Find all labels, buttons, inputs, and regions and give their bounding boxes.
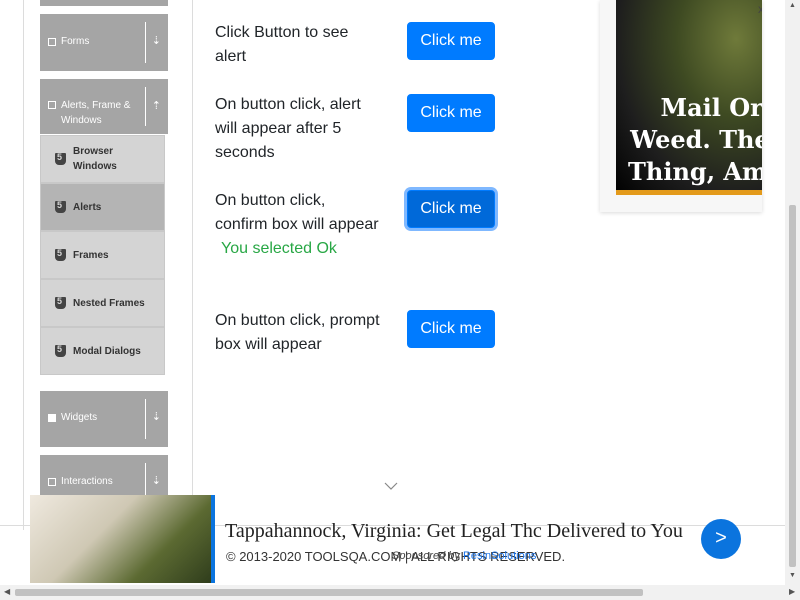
alert-button[interactable]: Click me — [407, 22, 495, 60]
scroll-right-icon[interactable]: ▶ — [789, 587, 795, 596]
scrollbar-thumb[interactable] — [789, 205, 796, 567]
prompt-row-label: On button click, prompt box will appear — [215, 312, 380, 353]
sidebar-group-label: Alerts, Frame & Windows — [61, 100, 131, 126]
sidebar-item-alerts[interactable]: Alerts — [40, 183, 165, 231]
sidebar-item-label: Nested Frames — [73, 298, 145, 309]
sidebar-item-nested-frames[interactable]: Nested Frames — [40, 279, 165, 327]
form-icon — [48, 37, 56, 46]
close-icon[interactable]: x — [758, 2, 762, 16]
vertical-scrollbar[interactable]: ▲ ▼ — [785, 0, 800, 585]
sidebar-group-forms[interactable]: Forms ⇣ — [40, 14, 168, 71]
scroll-up-icon[interactable]: ▲ — [789, 2, 796, 9]
chevron-down-icon — [384, 478, 398, 492]
sidebar-item-label: Browser Windows — [73, 146, 117, 172]
scroll-left-icon[interactable]: ◀ — [4, 587, 10, 596]
sidebar-item-modal-dialogs[interactable]: Modal Dialogs — [40, 327, 165, 375]
window-icon — [48, 101, 56, 109]
alert-row-label: Click Button to see alert — [215, 24, 349, 65]
sidebar-item-label: Modal Dialogs — [73, 346, 141, 357]
sidebar-group-alerts-frame-windows[interactable]: Alerts, Frame & Windows ⇡ — [40, 79, 168, 134]
sidebar-group-partial[interactable] — [40, 0, 168, 6]
ad-accent-bar — [211, 495, 215, 583]
sponsor-link[interactable]: ResinSolutions — [463, 550, 536, 562]
sidebar-item-browser-windows[interactable]: Browser Windows — [40, 135, 165, 183]
html5-icon — [55, 152, 66, 165]
html5-icon — [55, 344, 66, 357]
ad-headline: Mail Order Weed. The Real Thing, Amazing — [628, 93, 762, 186]
sidebar-group-widgets[interactable]: Widgets ⇣ — [40, 391, 168, 447]
ad-top-right[interactable]: Mail Order Weed. The Real Thing, Amazing… — [600, 0, 762, 212]
ad-go-button[interactable]: > — [701, 519, 741, 559]
expand-icon[interactable]: ⇣ — [152, 410, 161, 423]
ad-bottom-banner[interactable]: Tappahannock, Virginia: Get Legal Thc De… — [0, 495, 785, 583]
widgets-icon — [48, 413, 56, 422]
html5-icon — [55, 296, 66, 309]
sidebar-group-label: Widgets — [61, 412, 98, 423]
ad-image — [30, 495, 211, 583]
confirm-row-text: On button click, confirm box will appear — [215, 192, 379, 233]
timer-alert-button[interactable]: Click me — [407, 94, 495, 132]
html5-icon — [55, 248, 66, 261]
sidebar-group-label: Interactions — [61, 476, 113, 487]
page: Forms ⇣ Alerts, Frame & Windows ⇡ Browse… — [0, 0, 800, 600]
sidebar-item-label: Frames — [73, 250, 109, 261]
horizontal-scrollbar[interactable]: ◀ ▶ — [0, 585, 800, 600]
scroll-down-icon[interactable]: ▼ — [789, 572, 796, 579]
prompt-button[interactable]: Click me — [407, 310, 495, 348]
confirm-button[interactable]: Click me — [407, 190, 495, 228]
interactions-icon — [48, 477, 56, 486]
sidebar-group-interactions[interactable]: Interactions ⇣ — [40, 455, 168, 495]
sidebar-item-label: Alerts — [73, 202, 102, 213]
collapse-icon[interactable]: ⇡ — [152, 99, 161, 112]
confirm-result: You selected Ok — [221, 240, 337, 257]
sidebar-item-frames[interactable]: Frames — [40, 231, 165, 279]
timer-alert-row-label: On button click, alert will appear after… — [215, 96, 361, 161]
confirm-row-label: On button click, confirm box will appear… — [215, 189, 380, 261]
sponsor-prefix: Sponsored by — [392, 550, 460, 562]
expand-icon[interactable]: ⇣ — [152, 34, 161, 47]
sponsored-by: Sponsored by ResinSolutions — [392, 550, 536, 562]
ad-text[interactable]: Tappahannock, Virginia: Get Legal Thc De… — [225, 520, 683, 543]
sidebar-group-label: Forms — [61, 36, 90, 47]
expand-icon[interactable]: ⇣ — [152, 474, 161, 487]
scrollbar-thumb[interactable] — [15, 589, 643, 596]
html5-icon — [55, 200, 66, 213]
